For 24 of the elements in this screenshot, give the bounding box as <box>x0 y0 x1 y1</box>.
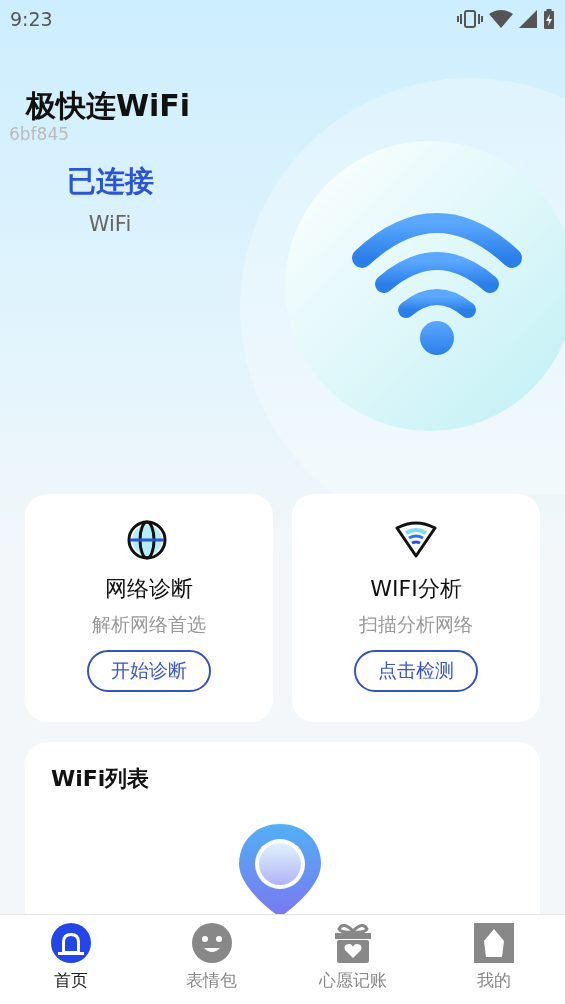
smiley-icon <box>191 923 232 963</box>
code-text: 6bf845 <box>9 124 70 144</box>
tool-subtitle: 解析网络首选 <box>92 612 206 637</box>
tool-subtitle: 扫描分析网络 <box>359 612 473 637</box>
network-name: WiFi <box>88 212 132 236</box>
action-button[interactable]: 点击检测 <box>354 650 478 692</box>
tool-title: 网络诊断 <box>105 575 193 603</box>
home-icon <box>50 923 91 963</box>
vibrate-icon <box>457 9 483 29</box>
tab-item[interactable]: 表情包 <box>141 915 283 1004</box>
tab-item[interactable]: 心愿记账 <box>282 915 424 1004</box>
wifi-signal-icon <box>489 10 513 28</box>
connection-status: 已连接 <box>66 163 154 200</box>
tab-item[interactable]: 首页 <box>0 915 142 1004</box>
tab-item[interactable]: 我的 <box>423 915 565 1004</box>
gift-icon <box>333 923 374 963</box>
tool-title: WIFI分析 <box>370 575 462 603</box>
battery-icon <box>543 9 555 29</box>
section-title: WiFi列表 <box>51 765 151 793</box>
action-button[interactable]: 开始诊断 <box>87 650 211 692</box>
cell-signal-icon <box>519 10 537 28</box>
status-time: 9:23 <box>10 8 53 30</box>
wifi-icon <box>394 520 438 560</box>
app-title: 极快连WiFi <box>26 87 191 125</box>
